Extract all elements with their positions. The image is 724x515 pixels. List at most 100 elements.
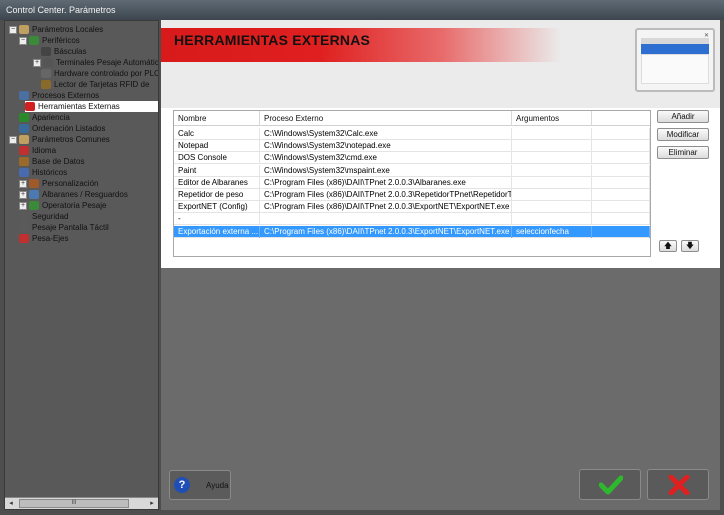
cell-empty (592, 128, 650, 140)
tree-item-label: Lector de Tarjetas RFID de (54, 80, 150, 89)
arrow-up-icon: 🡅 (663, 241, 673, 250)
cancel-button[interactable] (647, 469, 709, 500)
customize-icon (29, 179, 39, 189)
tree-item-label: Pesaje Pantalla Táctil (32, 223, 109, 232)
table-row[interactable]: Calc C:\Windows\System32\Calc.exe (174, 128, 650, 140)
collapse-icon[interactable]: − (19, 36, 27, 45)
tree-item-label: Base de Datos (32, 157, 85, 166)
cell-process: C:\Windows\System32\mspaint.exe (260, 164, 512, 177)
cell-process: C:\Program Files (x86)\DAII\TPnet 2.0.0.… (260, 176, 512, 189)
column-header-name[interactable]: Nombre (174, 111, 260, 126)
add-button[interactable]: Añadir (657, 110, 709, 123)
column-header-arguments[interactable]: Argumentos (512, 111, 592, 126)
collapse-icon[interactable]: − (9, 25, 17, 34)
tree-item-label: Herramientas Externas (38, 102, 120, 111)
window-illustration-icon: ✕ (635, 28, 715, 92)
external-tools-icon (25, 102, 35, 112)
tree-item-label: Seguridad (32, 212, 69, 221)
cell-arguments (512, 128, 592, 140)
table-row[interactable]: DOS Console C:\Windows\System32\cmd.exe (174, 152, 650, 165)
help-icon: ? (174, 477, 190, 493)
delete-button[interactable]: Eliminar (657, 146, 709, 159)
tree-item[interactable]: Pesaje Pantalla Táctil (19, 222, 109, 233)
cell-name: DOS Console (174, 152, 260, 165)
database-icon (19, 157, 29, 167)
table-row[interactable]: ExportNET (Config) C:\Program Files (x86)… (174, 201, 650, 214)
axle-icon (19, 234, 29, 244)
header-area: HERRAMIENTAS EXTERNAS ✕ (161, 20, 720, 108)
cell-empty (592, 140, 650, 153)
scroll-left-icon[interactable]: ◂ (5, 498, 17, 509)
settings-tree-panel: − Parámetros Locales − Periféricos Básculas +… (4, 20, 159, 510)
expand-icon[interactable]: + (19, 201, 27, 210)
tree-item[interactable]: Base de Datos (19, 156, 84, 167)
table-row[interactable]: Notepad C:\Windows\System32\notepad.exe (174, 140, 650, 153)
main-panel: HERRAMIENTAS EXTERNAS ✕ Nombre Proceso E… (161, 20, 720, 510)
move-down-button[interactable]: 🡇 (681, 240, 699, 252)
cross-icon (668, 475, 690, 495)
table-row[interactable]: Editor de Albaranes C:\Program Files (x86… (174, 176, 650, 189)
accept-button[interactable] (579, 469, 641, 500)
cell-empty (592, 201, 650, 214)
tree-item[interactable]: + Terminales Pesaje Automático (33, 57, 158, 68)
tree-item[interactable]: Pesa-Ejes (19, 233, 68, 244)
help-label: Ayuda (206, 481, 229, 490)
cell-process: C:\Windows\System32\cmd.exe (260, 152, 512, 165)
control-center-window: Control Center. Parámetros − Parámetros L… (0, 0, 724, 515)
tree-item[interactable]: Históricos (19, 167, 67, 178)
cell-empty (592, 213, 650, 226)
rfid-icon (41, 80, 51, 90)
cell-arguments: seleccionfecha (512, 225, 592, 238)
scroll-thumb[interactable]: III (19, 499, 129, 508)
tree-item[interactable]: Lector de Tarjetas RFID de (41, 79, 149, 90)
page-title: HERRAMIENTAS EXTERNAS (174, 32, 371, 48)
modify-button[interactable]: Modificar (657, 128, 709, 141)
tree-item-label: Pesa-Ejes (32, 234, 69, 243)
tree-item[interactable]: Apariencia (19, 112, 70, 123)
table-row[interactable]: Repetidor de peso C:\Program Files (x86)\… (174, 189, 650, 201)
cell-empty (592, 189, 650, 201)
table-row[interactable]: - (174, 213, 650, 226)
window-title: Control Center. Parámetros (6, 5, 116, 15)
tree-item-label: Periféricos (42, 36, 80, 45)
tree-item-label: Personalización (42, 179, 99, 188)
tree-item[interactable]: + Albaranes / Resguardos (19, 189, 128, 200)
tree-item-label: Operatoria Pesaje (42, 201, 107, 210)
settings-tree[interactable]: − Parámetros Locales − Periféricos Básculas +… (5, 21, 158, 497)
column-header-process[interactable]: Proceso Externo (260, 111, 512, 126)
table-row[interactable]: Exportación externa ... C:\Program Files … (174, 225, 650, 238)
tree-item[interactable]: Básculas (41, 46, 86, 57)
tree-item[interactable]: Ordenación Listados (19, 123, 105, 134)
tree-item[interactable]: + Personalización (19, 178, 98, 189)
cell-name: Repetidor de peso (174, 189, 260, 201)
tree-item[interactable]: − Parámetros Comunes (9, 134, 110, 145)
cell-process: C:\Program Files (x86)\DAII\TPnet 2.0.0.… (260, 225, 512, 238)
cell-process: C:\Windows\System32\notepad.exe (260, 140, 512, 153)
tree-item[interactable]: − Parámetros Locales (9, 24, 103, 35)
cell-process: C:\Program Files (x86)\DAII\TPnet 2.0.0.… (260, 189, 512, 201)
tree-item-label: Históricos (32, 168, 68, 177)
tree-item[interactable]: + Operatoria Pesaje (19, 200, 106, 211)
tree-item-label: Parámetros Comunes (32, 135, 110, 144)
tree-item[interactable]: Hardware controlado por PLC (41, 68, 158, 79)
cell-empty (592, 176, 650, 189)
tree-item[interactable]: Idioma (19, 145, 56, 156)
table-row[interactable]: Paint C:\Windows\System32\mspaint.exe (174, 164, 650, 177)
cell-empty (592, 225, 650, 238)
tree-item[interactable]: Seguridad (19, 211, 68, 222)
tree-item[interactable]: − Periféricos (19, 35, 80, 46)
expand-icon[interactable]: + (33, 58, 41, 67)
expand-icon[interactable]: + (19, 179, 27, 188)
collapse-icon[interactable]: − (9, 135, 17, 144)
expand-icon[interactable]: + (19, 190, 27, 199)
scroll-right-icon[interactable]: ▸ (146, 498, 158, 509)
tree-item-label: Idioma (32, 146, 57, 155)
move-up-button[interactable]: 🡅 (659, 240, 677, 252)
cell-arguments (512, 189, 592, 201)
help-button[interactable]: ? Ayuda (169, 470, 231, 500)
tree-item[interactable]: Herramientas Externas (25, 101, 158, 112)
tree-item-label: Procesos Externos (32, 91, 100, 100)
tree-horizontal-scrollbar[interactable]: ◂ III ▸ (5, 497, 158, 509)
tree-item[interactable]: Procesos Externos (19, 90, 99, 101)
hardware-icon (41, 69, 51, 79)
